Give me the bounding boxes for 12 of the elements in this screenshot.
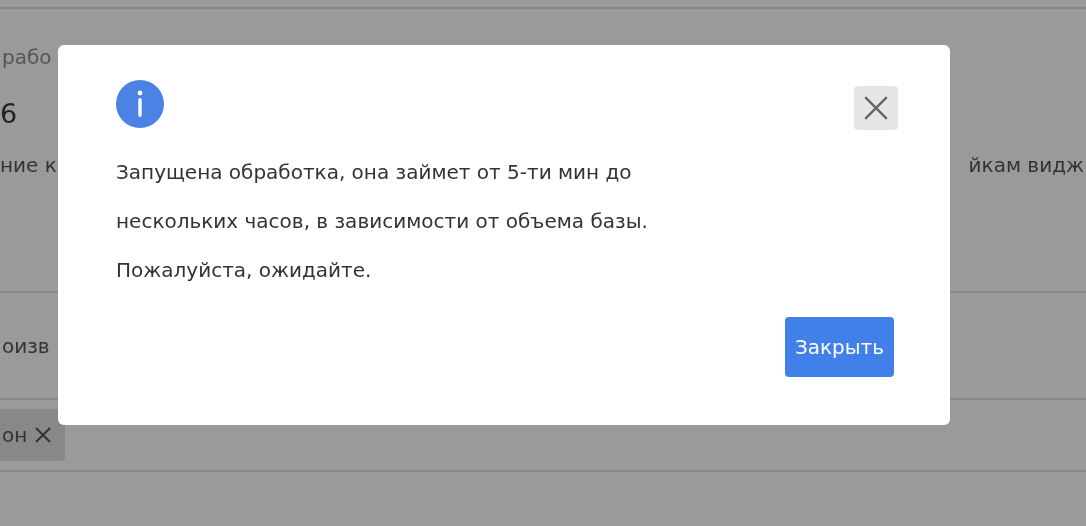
close-button[interactable]: Закрыть: [784, 317, 894, 377]
close-button[interactable]: [854, 86, 898, 130]
label-text: рабо: [2, 45, 52, 69]
info-icon: [116, 80, 164, 128]
remove-icon[interactable]: [33, 425, 54, 445]
description-text: йкам видж: [968, 153, 1084, 177]
tag-label: он: [2, 423, 28, 447]
close-icon: [863, 95, 889, 121]
description-text: ние к: [0, 153, 57, 177]
field-label: оизв: [2, 333, 50, 358]
dialog-message: Запущена обработка, она займет от 5-ти мин до нескольких часов, в зависимости от объема базы. Пожалуйста, ожидайте.: [116, 159, 649, 284]
value-text: 6: [0, 97, 18, 129]
